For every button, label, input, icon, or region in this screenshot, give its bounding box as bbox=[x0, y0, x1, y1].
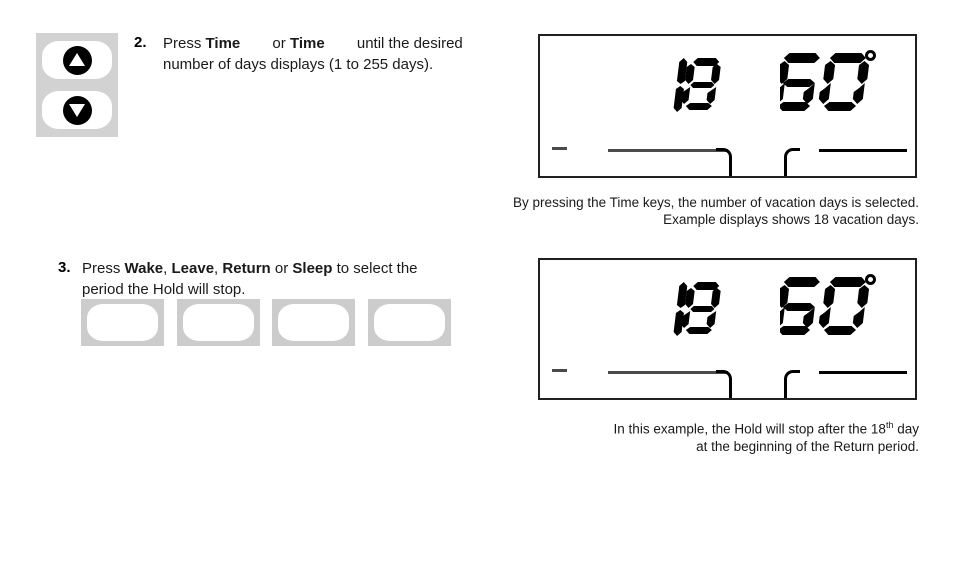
step-3-bold-return: Return bbox=[222, 260, 271, 277]
digit-one bbox=[673, 58, 688, 112]
step-2-bold-time-down: Time bbox=[289, 35, 325, 52]
display-top-temperature-digits bbox=[780, 53, 870, 111]
display-top-degree-symbol bbox=[865, 50, 876, 61]
display-top-next-period-bar bbox=[819, 149, 907, 152]
caption-bottom-line-2: at the beginning of the Return period. bbox=[696, 438, 919, 454]
display-bottom-degree-symbol bbox=[865, 274, 876, 285]
caption-bottom-line-1-pre: In this example, the Hold will stop afte… bbox=[613, 421, 886, 437]
caption-bottom: In this example, the Hold will stop afte… bbox=[497, 417, 919, 455]
step-3-number: 3. bbox=[58, 259, 71, 276]
step-2-text-b: or bbox=[268, 35, 290, 52]
step-3-text-a: Press bbox=[82, 260, 125, 277]
time-arrow-keypad bbox=[36, 33, 118, 137]
time-up-key[interactable] bbox=[42, 41, 112, 79]
step-2-text: Press Time or Time until the desired num… bbox=[163, 33, 508, 75]
step-2-number: 2. bbox=[134, 34, 147, 51]
step-2-text-c: until the desired bbox=[352, 35, 463, 52]
time-down-key[interactable] bbox=[42, 91, 112, 129]
down-arrow-icon bbox=[62, 95, 92, 125]
caption-top: By pressing the Time keys, the number of… bbox=[497, 194, 919, 228]
sleep-key[interactable] bbox=[368, 299, 451, 346]
display-bottom-days-digits bbox=[673, 282, 721, 336]
step-3-bold-sleep: Sleep bbox=[292, 260, 333, 277]
digit-six bbox=[780, 53, 820, 111]
display-bottom-next-period-bar bbox=[819, 371, 907, 374]
return-key[interactable] bbox=[272, 299, 355, 346]
step-2-text-a: Press bbox=[163, 35, 206, 52]
digit-six bbox=[780, 277, 820, 335]
display-bottom-temperature-digits bbox=[780, 277, 870, 335]
caption-bottom-line-1-post: day bbox=[893, 421, 919, 437]
display-bottom-period-start-hook bbox=[784, 370, 800, 398]
step-3-bold-leave: Leave bbox=[171, 260, 215, 277]
thermostat-display-top bbox=[538, 34, 917, 178]
step-2-line-2: number of days displays (1 to 255 days). bbox=[163, 56, 434, 73]
display-bottom-left-tick bbox=[552, 369, 567, 372]
digit-zero bbox=[818, 53, 870, 111]
display-bottom-active-period-bar bbox=[608, 371, 728, 374]
caption-top-line-1: By pressing the Time keys, the number of… bbox=[513, 195, 919, 210]
display-top-days-digits bbox=[673, 58, 721, 112]
digit-one bbox=[673, 282, 688, 336]
thermostat-display-bottom bbox=[538, 258, 917, 400]
step-3-line-2: period the Hold will stop. bbox=[82, 281, 246, 298]
leave-key[interactable] bbox=[177, 299, 260, 346]
display-top-active-period-bar bbox=[608, 149, 728, 152]
display-top-period-end-hook bbox=[716, 148, 732, 176]
step-3-sep-1: , bbox=[163, 260, 172, 277]
step-3-sep-3: or bbox=[270, 260, 293, 277]
step-3-text-b: to select the bbox=[332, 260, 418, 277]
digit-zero bbox=[818, 277, 870, 335]
wake-key[interactable] bbox=[81, 299, 164, 346]
caption-top-line-2: Example displays shows 18 vacation days. bbox=[663, 212, 919, 227]
display-bottom-period-end-hook bbox=[716, 370, 732, 398]
step-3-text: Press Wake, Leave, Return or Sleep to se… bbox=[82, 258, 492, 300]
step-3-bold-wake: Wake bbox=[124, 260, 164, 277]
display-top-left-tick bbox=[552, 147, 567, 150]
display-top-period-start-hook bbox=[784, 148, 800, 176]
step-2-bold-time-up: Time bbox=[205, 35, 241, 52]
up-arrow-icon bbox=[62, 45, 92, 75]
